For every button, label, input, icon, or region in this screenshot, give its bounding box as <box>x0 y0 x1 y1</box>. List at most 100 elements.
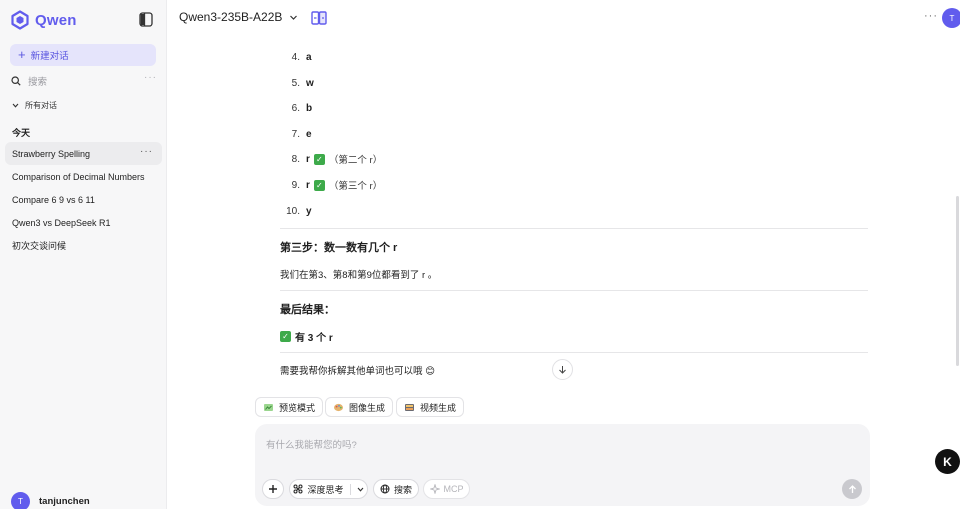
plus-icon <box>269 485 277 493</box>
letter-list-item: 10. y <box>280 204 480 218</box>
globe-icon <box>380 484 390 494</box>
new-chat-label: 新建对话 <box>30 51 69 62</box>
send-button[interactable] <box>842 479 862 499</box>
attach-button[interactable] <box>262 479 284 499</box>
model-name: Qwen3-235B-A22B <box>179 10 283 24</box>
conversation-item-active[interactable]: Strawberry Spelling ··· <box>5 142 162 165</box>
step3-heading: 第三步：数一数有几个 r <box>280 242 398 254</box>
user-name: tanjunchen <box>39 496 90 507</box>
mcp-sparkle-icon <box>429 484 440 494</box>
list-note: （第二个 r） <box>328 155 383 166</box>
search-more-icon[interactable]: ··· <box>144 72 157 83</box>
conversation-item[interactable]: Compare 6 9 vs 6 11 <box>5 188 162 211</box>
list-letter: w <box>306 77 314 89</box>
separator <box>349 483 351 495</box>
scroll-to-bottom-button[interactable] <box>552 359 573 380</box>
list-number: 6. <box>291 102 300 114</box>
letter-list-item: 8. r ✓ （第二个 r） <box>280 152 480 166</box>
deep-think-toggle[interactable]: 深度思考 <box>289 479 368 499</box>
list-letter: r <box>306 179 310 191</box>
check-mark-icon: ✓ <box>313 153 325 165</box>
paint-palette-icon <box>334 403 343 411</box>
check-mark-icon: ✓ <box>280 331 291 342</box>
floating-assistant-badge[interactable]: K <box>935 449 960 474</box>
image-generation-label: 图像生成 <box>349 402 386 413</box>
search-placeholder: 搜索 <box>28 77 48 88</box>
list-number: 4. <box>291 51 300 63</box>
header-more-icon[interactable]: ··· <box>924 10 938 22</box>
deep-think-label: 深度思考 <box>307 484 344 495</box>
qwen-logo-icon <box>11 10 29 30</box>
final-result-text: 有 3 个 r <box>295 333 333 344</box>
check-mark-icon: ✓ <box>313 179 325 191</box>
film-icon <box>405 403 414 411</box>
final-result: ✓ 有 3 个 r <box>280 329 333 344</box>
arrow-up-icon <box>848 484 856 493</box>
list-number: 8. <box>291 153 300 165</box>
sidebar-search[interactable]: 搜索 ··· <box>11 72 157 88</box>
final-heading: 最后结果： <box>280 304 335 316</box>
conversation-item[interactable]: Qwen3 vs DeepSeek R1 <box>5 211 162 234</box>
web-search-label: 搜索 <box>393 484 412 495</box>
mcp-label: MCP <box>443 484 464 494</box>
conversation-title: Qwen3 vs DeepSeek R1 <box>12 217 111 228</box>
list-letter: e <box>306 128 312 140</box>
list-number: 7. <box>291 128 300 140</box>
conversation-title: Strawberry Spelling <box>12 148 91 159</box>
list-letter: a <box>306 51 312 63</box>
list-letter: b <box>306 102 313 114</box>
conversation-title: 初次交谈问候 <box>12 241 67 251</box>
list-letter: r <box>306 153 310 165</box>
new-chat-button[interactable]: + 新建对话 <box>10 44 156 66</box>
video-generation-button[interactable]: 视频生成 <box>396 397 465 417</box>
letter-list-item: 6. b <box>280 101 480 115</box>
message-composer[interactable]: 有什么我能帮您的吗? 深度思考 搜索 MCP <box>255 424 870 506</box>
chevron-down-icon <box>12 103 19 108</box>
preview-mode-label: 预览模式 <box>279 402 316 413</box>
list-number: 5. <box>291 77 300 89</box>
conversation-item[interactable]: Comparison of Decimal Numbers <box>5 165 162 188</box>
header-avatar[interactable]: T <box>942 8 960 28</box>
plus-icon: + <box>18 47 26 62</box>
all-chats-toggle[interactable]: 所有对话 <box>12 100 57 111</box>
arrow-down-icon <box>559 366 566 374</box>
video-generation-label: 视频生成 <box>420 402 457 413</box>
divider <box>280 290 868 291</box>
model-selector[interactable]: Qwen3-235B-A22B <box>179 10 298 24</box>
list-note: （第三个 r） <box>328 181 383 192</box>
all-chats-label: 所有对话 <box>25 101 57 110</box>
composer-input[interactable]: 有什么我能帮您的吗? <box>266 437 357 451</box>
search-icon <box>11 76 21 86</box>
chevron-down-icon[interactable] <box>357 486 364 493</box>
letter-list-item: 5. w <box>280 76 480 90</box>
section-today: 今天 <box>12 128 31 138</box>
user-profile[interactable]: T tanjunchen <box>11 492 90 509</box>
scrollbar[interactable] <box>956 196 959 366</box>
list-letter: y <box>306 205 312 217</box>
sidebar-toggle-icon[interactable] <box>139 12 153 27</box>
image-generation-button[interactable]: 图像生成 <box>325 397 394 417</box>
conversation-title: Compare 6 9 vs 6 11 <box>12 194 95 205</box>
letter-list-item: 7. e <box>280 127 480 141</box>
app-root: Qwen + 新建对话 搜索 ··· 所有对话 今天 Strawberry Sp… <box>0 0 960 509</box>
letter-list-item: 9. r ✓ （第三个 r） <box>280 178 480 192</box>
conversation-more-icon[interactable]: ··· <box>140 146 153 157</box>
sidebar: Qwen + 新建对话 搜索 ··· 所有对话 今天 Strawberry Sp… <box>0 0 167 509</box>
list-number: 10. <box>286 205 300 217</box>
deep-think-icon <box>293 484 303 494</box>
preview-mode-button[interactable]: 预览模式 <box>255 397 324 417</box>
conversation-item[interactable]: 初次交谈问候 <box>5 234 162 257</box>
web-search-toggle[interactable]: 搜索 <box>373 479 419 499</box>
letter-list-item: 4. a <box>280 50 480 64</box>
avatar: T <box>11 492 30 509</box>
conversation-title: Comparison of Decimal Numbers <box>12 171 145 182</box>
preview-icon <box>264 403 273 411</box>
mcp-button[interactable]: MCP <box>423 479 470 499</box>
brand-name: Qwen <box>35 11 77 29</box>
list-number: 9. <box>291 179 300 191</box>
model-compare-icon[interactable] <box>311 10 327 26</box>
divider <box>280 228 868 229</box>
divider <box>280 352 868 353</box>
brand[interactable]: Qwen <box>10 10 77 30</box>
step3-text: 我们在第3、第8和第9位都看到了 r 。 <box>280 270 438 281</box>
